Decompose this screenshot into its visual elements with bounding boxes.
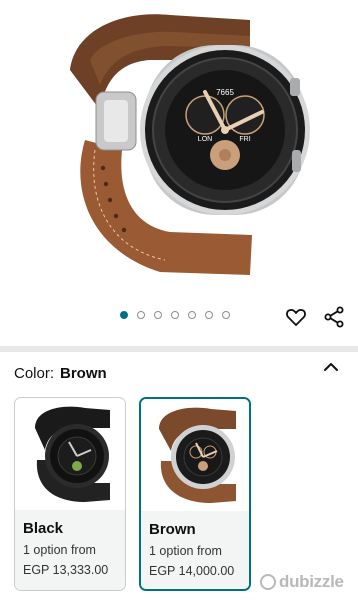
watch-face-right-label: FRI (239, 136, 250, 143)
color-option-black[interactable]: Black 1 option from EGP 13,333.00 (14, 397, 126, 591)
chevron-up-icon[interactable] (322, 360, 340, 374)
watermark: dubizzle (260, 572, 344, 592)
carousel-dot[interactable] (171, 311, 179, 319)
black-watch-image (35, 406, 110, 502)
option-price: EGP 13,333.00 (23, 563, 109, 577)
carousel-dot[interactable] (222, 311, 230, 319)
carousel-dot[interactable] (137, 311, 145, 319)
watermark-text: dubizzle (279, 572, 344, 591)
option-thumbnail (141, 399, 249, 511)
watch-product-image: 7665 LON FRI (70, 14, 310, 275)
carousel-dot[interactable] (154, 311, 162, 319)
dubizzle-logo-icon (260, 574, 276, 590)
watch-face-left-label: LON (198, 136, 212, 143)
option-info: Black 1 option from EGP 13,333.00 (15, 510, 125, 590)
carousel-dots[interactable] (120, 311, 230, 319)
product-image-gallery[interactable]: 7665 LON FRI (0, 0, 358, 300)
share-icon[interactable] (322, 305, 346, 329)
option-info: Brown 1 option from EGP 14,000.00 (141, 511, 249, 589)
option-name: Brown (149, 521, 196, 538)
color-option-brown[interactable]: Brown 1 option from EGP 14,000.00 (139, 397, 251, 591)
option-thumbnail (15, 398, 125, 510)
heart-icon[interactable] (284, 305, 308, 329)
carousel-dot[interactable] (188, 311, 196, 319)
watch-face-top-number: 7665 (216, 88, 234, 97)
option-name: Black (23, 520, 64, 537)
color-selector-header[interactable]: Color: Brown (14, 365, 107, 382)
brown-watch-image (159, 407, 236, 503)
option-availability: 1 option from (149, 544, 222, 558)
option-price: EGP 14,000.00 (149, 564, 235, 578)
carousel-dot[interactable] (120, 311, 128, 319)
option-availability: 1 option from (23, 543, 96, 557)
section-divider (0, 346, 358, 352)
color-label: Color: (14, 365, 55, 382)
carousel-dot[interactable] (205, 311, 213, 319)
selected-color-value: Brown (60, 365, 107, 382)
